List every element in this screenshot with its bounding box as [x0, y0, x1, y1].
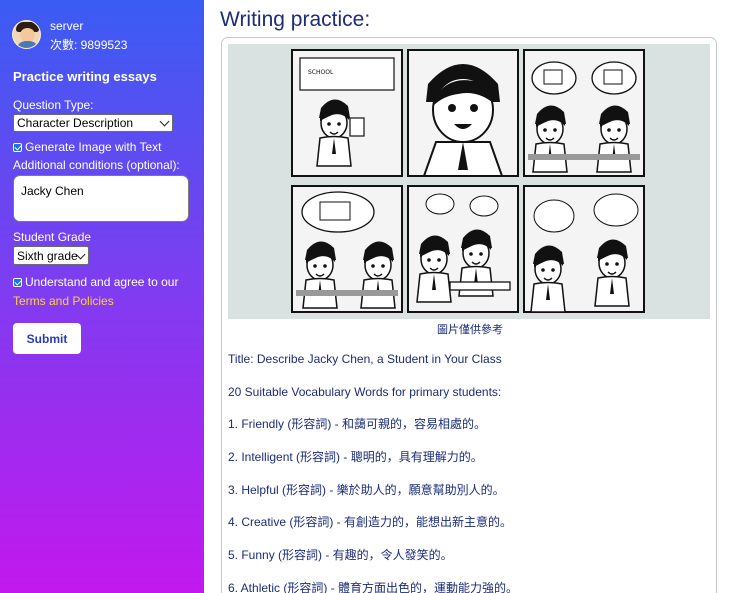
avatar[interactable]: [12, 20, 41, 49]
essay-line: 3. Helpful (形容詞) - 樂於助人的，願意幫助別人的。: [228, 482, 505, 497]
essay-line: 6. Athletic (形容詞) - 體育方面出色的，運動能力強的。: [228, 580, 519, 593]
grade-value: Sixth grade: [17, 248, 78, 263]
agree-checkbox-row[interactable]: Understand and agree to our: [13, 275, 178, 289]
user-info: server 次數: 9899523: [12, 18, 202, 54]
essay-content: Title: Describe Jacky Chen, a Student in…: [228, 352, 708, 593]
result-card: SCHOOL 圖片僅供參考 Title: Describe Jacky Chen…: [221, 37, 717, 593]
grade-select[interactable]: Sixth grade: [13, 246, 89, 265]
essay-line: Title: Describe Jacky Chen, a Student in…: [228, 352, 502, 366]
question-type-label: Question Type:: [13, 98, 94, 112]
credits-count: 次數: 9899523: [50, 38, 128, 52]
grade-label: Student Grade: [13, 230, 92, 244]
submit-button[interactable]: Submit: [13, 323, 81, 354]
essay-line: 2. Intelligent (形容詞) - 聰明的，具有理解力的。: [228, 450, 483, 465]
page-title: Writing practice:: [220, 8, 371, 31]
essay-line: 4. Creative (形容詞) - 有創造力的，能想出新主意的。: [228, 515, 513, 530]
essay-line: 1. Friendly (形容詞) - 和藹可親的，容易相處的。: [228, 417, 487, 432]
comic-sign-text: SCHOOL: [308, 69, 334, 76]
question-type-value: Character Description: [17, 116, 134, 130]
main-panel: Writing practice: SCHOOL 圖片僅供參考 Title: D…: [204, 0, 730, 593]
terms-link[interactable]: Terms and Policies: [13, 294, 114, 308]
agree-checkbox[interactable]: [13, 277, 22, 287]
generate-image-checkbox-row[interactable]: Generate Image with Text: [13, 140, 162, 154]
chevron-down-icon: [159, 116, 170, 127]
question-type-select[interactable]: Character Description: [13, 114, 173, 132]
essay-line: 20 Suitable Vocabulary Words for primary…: [228, 384, 502, 399]
sidebar-heading: Practice writing essays: [13, 69, 157, 84]
essay-line: 5. Funny (形容詞) - 有趣的，令人發笑的。: [228, 548, 453, 563]
generate-image-checkbox[interactable]: [13, 142, 22, 152]
agree-label: Understand and agree to our: [25, 275, 179, 289]
username: server: [50, 19, 84, 33]
image-caption: 圖片僅供參考: [437, 324, 503, 336]
generate-image-label: Generate Image with Text: [25, 140, 162, 154]
sidebar: server 次數: 9899523 Practice writing essa…: [0, 0, 204, 593]
additional-conditions-input[interactable]: Jacky Chen: [13, 175, 189, 222]
additional-conditions-label: Additional conditions (optional):: [13, 158, 180, 172]
comic-illustration: SCHOOL: [228, 44, 710, 319]
